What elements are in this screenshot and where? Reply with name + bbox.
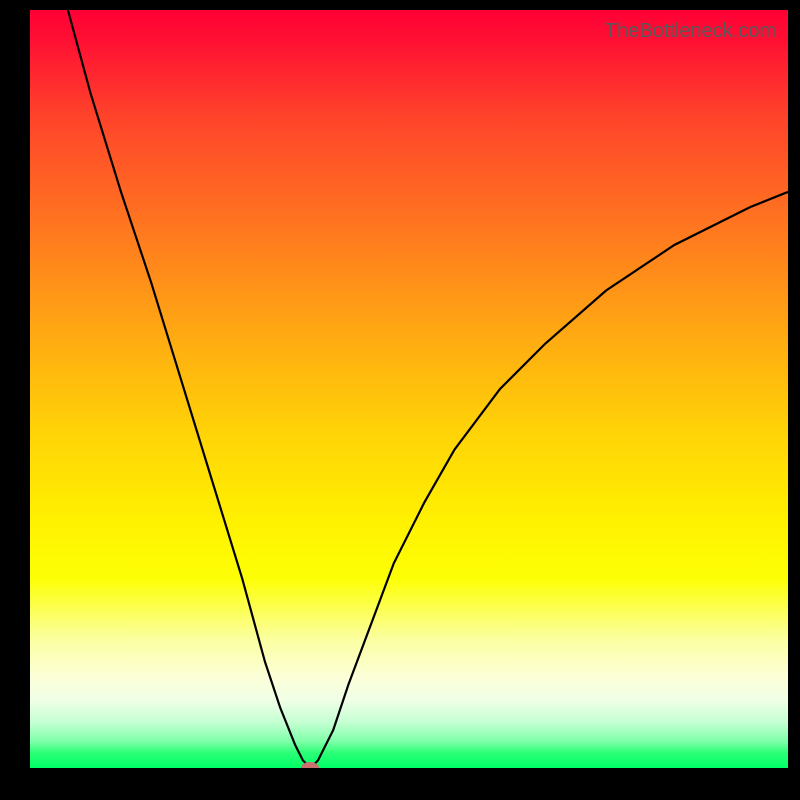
frame-left (0, 0, 30, 800)
bottleneck-curve-line (68, 10, 788, 768)
chart-svg (30, 10, 788, 768)
chart-plot-area: TheBottleneck.com (30, 10, 788, 768)
watermark-text: TheBottleneck.com (605, 20, 776, 43)
frame-right (788, 0, 800, 800)
frame-top (0, 0, 800, 10)
frame-bottom (0, 768, 800, 800)
